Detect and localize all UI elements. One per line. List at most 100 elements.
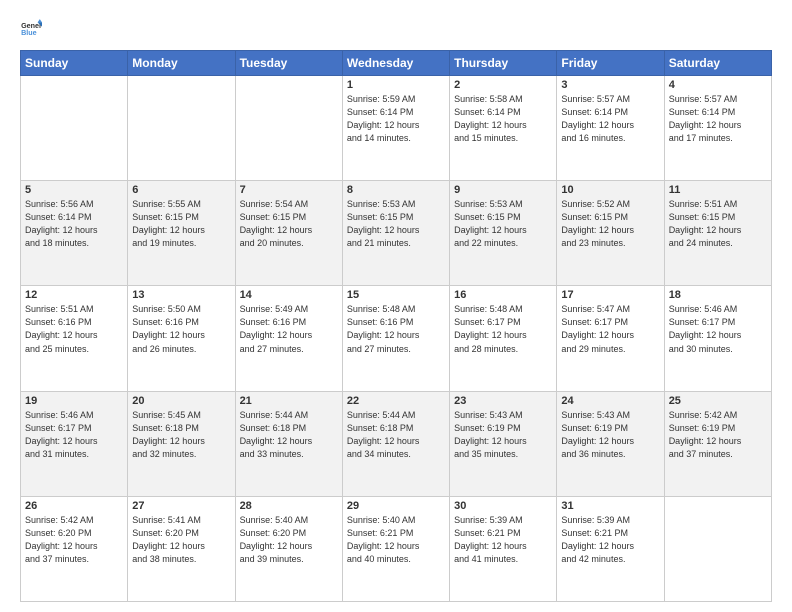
day-number: 7 [240,184,338,196]
day-number: 9 [454,184,552,196]
day-info: Sunrise: 5:51 AM Sunset: 6:15 PM Dayligh… [669,198,767,250]
calendar-cell: 6 Sunrise: 5:55 AM Sunset: 6:15 PM Daylig… [128,181,235,286]
week-row-5: 26Sunrise: 5:42 AM Sunset: 6:20 PM Dayli… [21,496,772,601]
calendar-cell: 4 Sunrise: 5:57 AM Sunset: 6:14 PM Daylig… [664,76,771,181]
day-info: Sunrise: 5:40 AM Sunset: 6:21 PM Dayligh… [347,514,445,566]
day-number: 1 [347,79,445,91]
calendar-cell: 12 Sunrise: 5:51 AM Sunset: 6:16 PM Dayli… [21,286,128,391]
day-number: 4 [669,79,767,91]
day-info: Sunrise: 5:55 AM Sunset: 6:15 PM Dayligh… [132,198,230,250]
day-info: Sunrise: 5:57 AM Sunset: 6:14 PM Dayligh… [561,93,659,145]
calendar-cell: 29 Sunrise: 5:40 AM Sunset: 6:21 PM Dayli… [342,496,449,601]
day-number: 2 [454,79,552,91]
day-number: 25 [669,395,767,407]
calendar-cell: 22 Sunrise: 5:44 AM Sunset: 6:18 PM Dayli… [342,391,449,496]
day-info: Sunrise: 5:50 AM Sunset: 6:16 PM Dayligh… [132,303,230,355]
day-number: 21 [240,395,338,407]
calendar-cell [664,496,771,601]
calendar-cell [21,76,128,181]
day-info: Sunrise: 5:44 AM Sunset: 6:18 PM Dayligh… [347,409,445,461]
day-number: 27 [132,500,230,512]
day-info: Sunrise: 5:41 AM Sunset: 6:20 PM Dayligh… [132,514,230,566]
header-row: SundayMondayTuesdayWednesdayThursdayFrid… [21,51,772,76]
calendar-cell: 8 Sunrise: 5:53 AM Sunset: 6:15 PM Daylig… [342,181,449,286]
day-info: Sunrise: 5:39 AM Sunset: 6:21 PM Dayligh… [561,514,659,566]
logo: General Blue [20,18,42,40]
calendar-cell: 16 Sunrise: 5:48 AM Sunset: 6:17 PM Dayli… [450,286,557,391]
day-info: Sunrise: 5:45 AM Sunset: 6:18 PM Dayligh… [132,409,230,461]
calendar-cell: 30 Sunrise: 5:39 AM Sunset: 6:21 PM Dayli… [450,496,557,601]
day-info: Sunrise: 5:46 AM Sunset: 6:17 PM Dayligh… [669,303,767,355]
day-info: Sunrise: 5:53 AM Sunset: 6:15 PM Dayligh… [454,198,552,250]
day-number: 28 [240,500,338,512]
day-number: 6 [132,184,230,196]
column-header-friday: Friday [557,51,664,76]
day-info: Sunrise: 5:40 AM Sunset: 6:20 PM Dayligh… [240,514,338,566]
calendar-cell [128,76,235,181]
day-info: Sunrise: 5:48 AM Sunset: 6:16 PM Dayligh… [347,303,445,355]
calendar-cell: 5Sunrise: 5:56 AM Sunset: 6:14 PM Daylig… [21,181,128,286]
day-info: Sunrise: 5:46 AM Sunset: 6:17 PM Dayligh… [25,409,123,461]
day-number: 19 [25,395,123,407]
day-info: Sunrise: 5:44 AM Sunset: 6:18 PM Dayligh… [240,409,338,461]
day-info: Sunrise: 5:42 AM Sunset: 6:20 PM Dayligh… [25,514,123,566]
day-number: 16 [454,289,552,301]
calendar-cell: 2Sunrise: 5:58 AM Sunset: 6:14 PM Daylig… [450,76,557,181]
day-info: Sunrise: 5:53 AM Sunset: 6:15 PM Dayligh… [347,198,445,250]
day-info: Sunrise: 5:52 AM Sunset: 6:15 PM Dayligh… [561,198,659,250]
week-row-2: 5Sunrise: 5:56 AM Sunset: 6:14 PM Daylig… [21,181,772,286]
calendar-cell: 13 Sunrise: 5:50 AM Sunset: 6:16 PM Dayli… [128,286,235,391]
day-number: 10 [561,184,659,196]
day-info: Sunrise: 5:48 AM Sunset: 6:17 PM Dayligh… [454,303,552,355]
day-number: 3 [561,79,659,91]
week-row-4: 19 Sunrise: 5:46 AM Sunset: 6:17 PM Dayli… [21,391,772,496]
calendar-cell: 11 Sunrise: 5:51 AM Sunset: 6:15 PM Dayli… [664,181,771,286]
day-number: 29 [347,500,445,512]
day-number: 11 [669,184,767,196]
calendar-cell: 17Sunrise: 5:47 AM Sunset: 6:17 PM Dayli… [557,286,664,391]
calendar-cell: 25 Sunrise: 5:42 AM Sunset: 6:19 PM Dayli… [664,391,771,496]
day-number: 30 [454,500,552,512]
calendar-cell: 28 Sunrise: 5:40 AM Sunset: 6:20 PM Dayli… [235,496,342,601]
calendar-cell: 26Sunrise: 5:42 AM Sunset: 6:20 PM Dayli… [21,496,128,601]
calendar-cell: 31 Sunrise: 5:39 AM Sunset: 6:21 PM Dayli… [557,496,664,601]
day-number: 12 [25,289,123,301]
calendar-cell: 3 Sunrise: 5:57 AM Sunset: 6:14 PM Daylig… [557,76,664,181]
column-header-saturday: Saturday [664,51,771,76]
column-header-thursday: Thursday [450,51,557,76]
day-number: 31 [561,500,659,512]
day-number: 15 [347,289,445,301]
calendar-cell: 20Sunrise: 5:45 AM Sunset: 6:18 PM Dayli… [128,391,235,496]
day-info: Sunrise: 5:42 AM Sunset: 6:19 PM Dayligh… [669,409,767,461]
day-number: 23 [454,395,552,407]
day-number: 14 [240,289,338,301]
day-info: Sunrise: 5:43 AM Sunset: 6:19 PM Dayligh… [561,409,659,461]
calendar-cell: 10 Sunrise: 5:52 AM Sunset: 6:15 PM Dayli… [557,181,664,286]
calendar-cell: 15 Sunrise: 5:48 AM Sunset: 6:16 PM Dayli… [342,286,449,391]
day-info: Sunrise: 5:49 AM Sunset: 6:16 PM Dayligh… [240,303,338,355]
calendar-cell: 27 Sunrise: 5:41 AM Sunset: 6:20 PM Dayli… [128,496,235,601]
column-header-monday: Monday [128,51,235,76]
calendar-cell: 23 Sunrise: 5:43 AM Sunset: 6:19 PM Dayli… [450,391,557,496]
calendar-cell: 7Sunrise: 5:54 AM Sunset: 6:15 PM Daylig… [235,181,342,286]
calendar-table: SundayMondayTuesdayWednesdayThursdayFrid… [20,50,772,602]
logo-icon: General Blue [20,18,42,40]
calendar-cell: 1 Sunrise: 5:59 AM Sunset: 6:14 PM Daylig… [342,76,449,181]
calendar-cell: 21 Sunrise: 5:44 AM Sunset: 6:18 PM Dayli… [235,391,342,496]
day-number: 22 [347,395,445,407]
header: General Blue [20,18,772,40]
day-info: Sunrise: 5:57 AM Sunset: 6:14 PM Dayligh… [669,93,767,145]
day-info: Sunrise: 5:47 AM Sunset: 6:17 PM Dayligh… [561,303,659,355]
day-info: Sunrise: 5:51 AM Sunset: 6:16 PM Dayligh… [25,303,123,355]
week-row-3: 12 Sunrise: 5:51 AM Sunset: 6:16 PM Dayli… [21,286,772,391]
day-number: 24 [561,395,659,407]
day-info: Sunrise: 5:59 AM Sunset: 6:14 PM Dayligh… [347,93,445,145]
calendar-cell: 24 Sunrise: 5:43 AM Sunset: 6:19 PM Dayli… [557,391,664,496]
calendar-cell: 18Sunrise: 5:46 AM Sunset: 6:17 PM Dayli… [664,286,771,391]
day-number: 8 [347,184,445,196]
day-info: Sunrise: 5:43 AM Sunset: 6:19 PM Dayligh… [454,409,552,461]
calendar-cell: 19 Sunrise: 5:46 AM Sunset: 6:17 PM Dayli… [21,391,128,496]
day-info: Sunrise: 5:39 AM Sunset: 6:21 PM Dayligh… [454,514,552,566]
day-number: 13 [132,289,230,301]
day-info: Sunrise: 5:56 AM Sunset: 6:14 PM Dayligh… [25,198,123,250]
